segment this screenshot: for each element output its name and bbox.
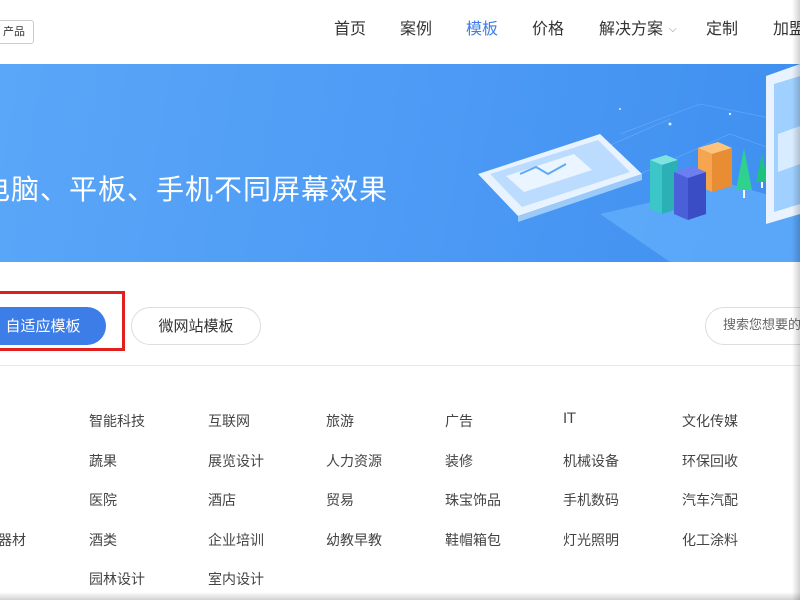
category-link[interactable]: 室内设计 <box>208 569 264 589</box>
nav-item-solutions-label: 解决方案 <box>599 19 664 38</box>
category-link[interactable]: 互联网 <box>208 411 250 431</box>
category-link[interactable]: 蔬果 <box>89 451 117 471</box>
category-link[interactable]: 灯光照明 <box>563 530 619 550</box>
category-link[interactable]: 旅游 <box>326 411 354 431</box>
category-link[interactable]: 展览设计 <box>208 451 264 471</box>
category-link[interactable]: 酒店 <box>208 490 236 510</box>
devices-illustration <box>478 64 800 262</box>
chevron-down-icon: ⌵ <box>669 24 677 35</box>
nav-item-templates[interactable]: 模板 <box>466 0 498 64</box>
nav-item-solutions[interactable]: 解决方案 ⌵ <box>599 0 677 64</box>
category-link[interactable]: 鞋帽箱包 <box>445 530 501 550</box>
category-link[interactable]: 机械设备 <box>563 451 619 471</box>
category-grid: 器材 智能科技 蔬果 医院 酒类 园林设计 互联网 展览设计 酒店 企业培训 室… <box>0 366 800 600</box>
tablet-shape <box>478 134 642 222</box>
nav-item-pricing[interactable]: 价格 <box>532 0 564 64</box>
search-input[interactable]: 搜索您想要的 <box>705 307 800 345</box>
category-link[interactable]: 装修 <box>445 451 473 471</box>
window-edge-shadow <box>792 0 800 600</box>
window-edge-shadow <box>0 592 800 600</box>
template-tabbar: 自适应模板 微网站模板 搜索您想要的 <box>0 262 800 366</box>
category-link[interactable]: 贸易 <box>326 490 354 510</box>
highlight-annotation-box <box>0 291 125 351</box>
category-link[interactable]: 幼教早教 <box>326 530 382 550</box>
category-link[interactable]: 企业培训 <box>208 530 264 550</box>
category-link[interactable]: 智能科技 <box>89 411 145 431</box>
category-link[interactable]: 医院 <box>89 490 117 510</box>
hero-banner: 电脑、平板、手机不同屏幕效果 <box>0 64 800 262</box>
tab-micro-site-templates[interactable]: 微网站模板 <box>131 307 261 345</box>
product-tag-button[interactable]: 产品 <box>0 20 34 44</box>
category-link[interactable]: 环保回收 <box>682 451 738 471</box>
page: 产品 首页 案例 模板 价格 解决方案⌵ 定制 加盟 电脑、平板、手机不同屏幕效… <box>0 0 800 600</box>
category-link[interactable]: 汽车汽配 <box>682 490 738 510</box>
nav-item-cases[interactable]: 案例 <box>400 0 432 64</box>
nav-item-custom[interactable]: 定制 <box>706 0 738 64</box>
category-link[interactable]: 园林设计 <box>89 569 145 589</box>
cube-blue <box>674 166 706 220</box>
category-link[interactable]: 珠宝饰品 <box>445 490 501 510</box>
banner-headline: 电脑、平板、手机不同屏幕效果 <box>0 173 389 206</box>
nav-item-home[interactable]: 首页 <box>334 0 366 64</box>
category-link[interactable]: 手机数码 <box>563 490 619 510</box>
top-header: 产品 首页 案例 模板 价格 解决方案⌵ 定制 加盟 <box>0 0 800 64</box>
category-link[interactable]: 广告 <box>445 411 473 431</box>
cube-teal <box>650 155 678 214</box>
category-link[interactable]: 化工涂料 <box>682 530 738 550</box>
category-link[interactable]: 人力资源 <box>326 451 382 471</box>
category-link[interactable]: 酒类 <box>89 530 117 550</box>
category-link[interactable]: 器材 <box>0 530 26 550</box>
category-link[interactable]: IT <box>563 411 576 427</box>
category-link[interactable]: 文化传媒 <box>682 411 738 431</box>
